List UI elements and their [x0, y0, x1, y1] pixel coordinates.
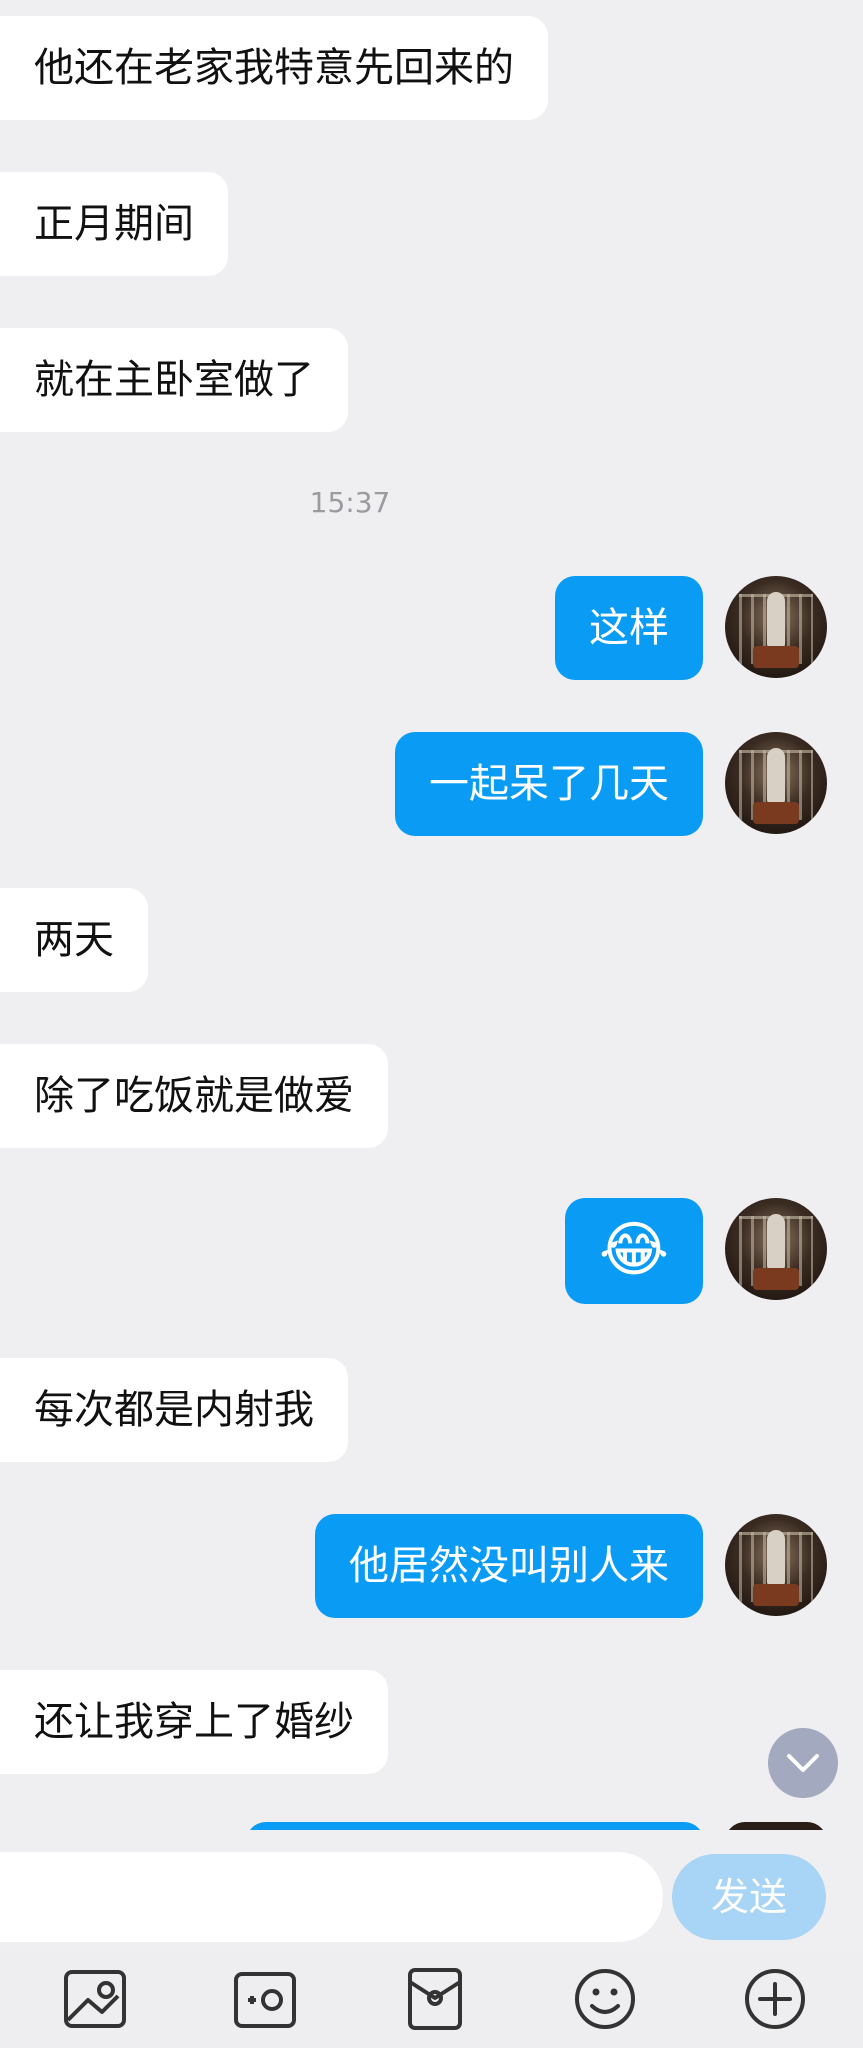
send-button[interactable]: 发送 — [672, 1854, 826, 1940]
incoming-message[interactable]: 除了吃饭就是做爱 — [0, 1044, 388, 1148]
plus-icon[interactable] — [738, 1962, 812, 2036]
incoming-message[interactable]: 每次都是内射我 — [0, 1358, 348, 1462]
message-input-bar: 发送 — [0, 1832, 863, 1942]
message-timestamp: 15:37 — [309, 486, 391, 519]
avatar[interactable] — [725, 732, 827, 834]
outgoing-message-partial[interactable] — [246, 1822, 704, 1830]
emoji-icon[interactable] — [568, 1962, 642, 2036]
incoming-message[interactable]: 正月期间 — [0, 172, 228, 276]
incoming-message[interactable]: 就在主卧室做了 — [0, 328, 348, 432]
chat-message-list[interactable]: 他还在老家我特意先回来的 正月期间 就在主卧室做了 15:37 这样 一起呆了几… — [0, 0, 863, 1830]
red-packet-icon[interactable] — [398, 1962, 472, 2036]
outgoing-message[interactable]: 一起呆了几天 — [395, 732, 703, 836]
incoming-message[interactable]: 他还在老家我特意先回来的 — [0, 16, 548, 120]
chevron-down-icon — [787, 1754, 819, 1772]
outgoing-message[interactable]: 他居然没叫别人来 — [315, 1514, 703, 1618]
incoming-message[interactable]: 两天 — [0, 888, 148, 992]
image-icon[interactable] — [58, 1962, 132, 2036]
message-input[interactable] — [0, 1852, 663, 1942]
outgoing-message[interactable]: 这样 — [555, 576, 703, 680]
avatar-partial[interactable] — [725, 1822, 827, 1830]
avatar[interactable] — [725, 1514, 827, 1616]
incoming-message[interactable]: 还让我穿上了婚纱 — [0, 1670, 388, 1774]
scroll-to-bottom-button[interactable] — [768, 1728, 838, 1798]
avatar[interactable] — [725, 576, 827, 678]
camera-icon[interactable] — [228, 1962, 302, 2036]
avatar[interactable] — [725, 1198, 827, 1300]
input-toolbar — [0, 1950, 863, 2048]
outgoing-emoji-message[interactable]: 😂 — [564, 1198, 703, 1304]
